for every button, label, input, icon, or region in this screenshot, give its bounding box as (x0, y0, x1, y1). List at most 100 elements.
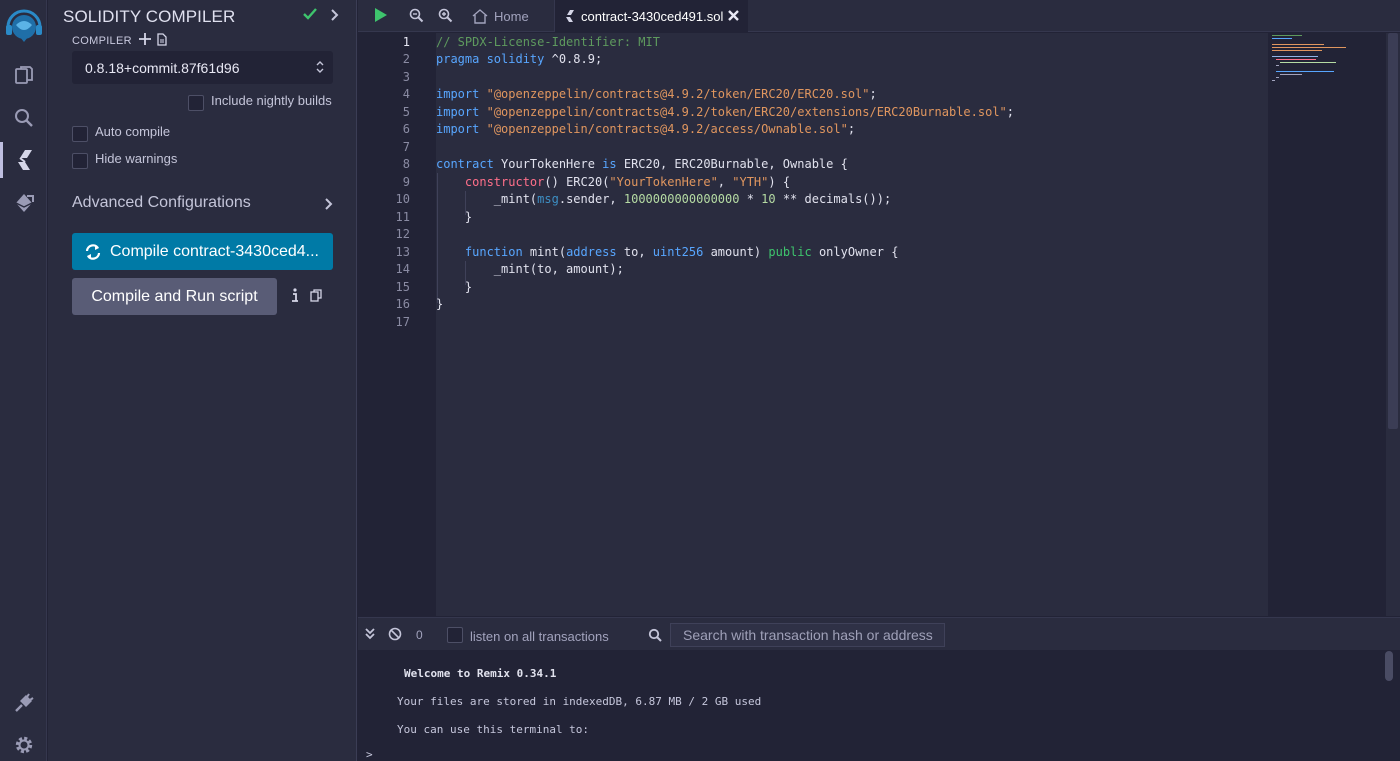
select-arrows-icon (316, 61, 324, 73)
transaction-search-input[interactable]: Search with transaction hash or address (670, 623, 945, 647)
plug-icon[interactable] (0, 685, 47, 721)
remix-logo-icon[interactable] (0, 4, 47, 44)
editor-tabs-bar: Home contract-3430ced491.sol (358, 0, 1400, 32)
files-icon[interactable] (0, 57, 47, 93)
minimap[interactable] (1268, 33, 1386, 616)
document-icon[interactable] (157, 33, 167, 46)
line-number: 7 (402, 140, 410, 154)
deploy-icon[interactable] (0, 185, 47, 221)
compiler-version-select[interactable]: 0.8.18+commit.87f61d96 (72, 51, 333, 84)
code-token: "YTH" (732, 175, 769, 189)
zoom-out-icon[interactable] (409, 8, 424, 23)
terminal-usage-intro: You can use this terminal to: (397, 723, 590, 736)
tab-contract-file[interactable]: contract-3430ced491.sol (555, 0, 748, 32)
code-token: "@openzeppelin/contracts@4.9.2/token/ERC… (486, 105, 1007, 119)
code-token: ** decimals()); (775, 192, 892, 206)
advanced-configurations-toggle[interactable]: Advanced Configurations (72, 194, 251, 212)
code-token: } (464, 280, 473, 294)
line-number: 1 (402, 35, 410, 49)
add-compiler-icon[interactable] (139, 32, 151, 46)
copy-icon[interactable] (310, 289, 322, 302)
collapse-terminal-icon[interactable] (365, 628, 375, 640)
code-token: 1000000000000000 (623, 192, 740, 206)
line-number: 16 (395, 297, 410, 311)
auto-compile-label: Auto compile (95, 124, 171, 139)
tab-contract-file-label: contract-3430ced491.sol (581, 8, 724, 24)
clear-console-icon[interactable] (388, 627, 402, 641)
code-token: _mint(to, amount); (493, 262, 624, 276)
close-tab-icon[interactable] (727, 9, 740, 22)
solidity-compiler-icon[interactable] (0, 142, 47, 178)
minimap-line (1276, 65, 1279, 66)
line-number: 6 (402, 122, 410, 136)
minimap-line (1272, 47, 1346, 48)
code-token: ^0.8.9; (544, 52, 603, 66)
compiler-label: COMPILER (72, 35, 132, 47)
compile-and-run-label: Compile and Run script (91, 287, 258, 305)
terminal-scrollbar[interactable] (1385, 651, 1393, 681)
terminal-prompt[interactable]: > (366, 748, 373, 761)
line-number: 8 (402, 157, 410, 171)
search-icon[interactable] (0, 100, 47, 136)
minimap-line (1276, 59, 1316, 60)
chevron-right-icon[interactable] (329, 8, 341, 22)
code-token: msg (537, 192, 559, 206)
line-number: 2 (402, 52, 410, 66)
info-icon[interactable] (291, 288, 299, 303)
terminal-welcome: Welcome to Remix 0.34.1 (404, 667, 557, 680)
code-editor[interactable]: 1 2 3 4 5 6 7 8 9 10 11 12 13 14 15 16 1… (358, 33, 1400, 616)
listen-all-transactions-checkbox[interactable] (447, 627, 463, 643)
solidity-compiler-panel: SOLIDITY COMPILER COMPILER 0.8.18+commit… (48, 0, 357, 761)
minimap-line (1280, 62, 1336, 63)
code-token: ; (847, 122, 856, 136)
code-line: _mint(to, amount); (436, 262, 624, 276)
hide-warnings-checkbox[interactable] (72, 153, 88, 169)
gear-icon[interactable] (0, 727, 47, 761)
code-token: 10 (761, 192, 776, 206)
editor-scrollbar[interactable] (1386, 33, 1400, 616)
code-token: , (717, 175, 733, 189)
code-token: .sender, (558, 192, 624, 206)
code-token: import (436, 87, 480, 101)
code-token: "@openzeppelin/contracts@4.9.2/access/Ow… (486, 122, 848, 136)
line-number: 15 (395, 280, 410, 294)
auto-compile-checkbox[interactable] (72, 126, 88, 142)
line-number-gutter: 1 2 3 4 5 6 7 8 9 10 11 12 13 14 15 16 1… (358, 33, 435, 616)
tab-home[interactable]: Home (472, 0, 529, 32)
code-token: import (436, 122, 480, 136)
zoom-in-icon[interactable] (438, 8, 453, 23)
line-number: 5 (402, 105, 410, 119)
hide-warnings-label: Hide warnings (95, 151, 178, 166)
minimap-line (1276, 77, 1279, 78)
code-token: "YourTokenHere" (609, 175, 718, 189)
line-number: 3 (402, 70, 410, 84)
code-token: ; (1006, 105, 1014, 119)
search-icon (648, 628, 662, 642)
scrollbar-thumb[interactable] (1388, 33, 1398, 429)
compiler-version-value: 0.8.18+commit.87f61d96 (85, 59, 240, 76)
code-token: _mint( (493, 192, 538, 206)
code-line: pragma solidity ^0.8.9; (436, 52, 602, 66)
code-line: // SPDX-License-Identifier: MIT (436, 35, 660, 49)
compile-and-run-button[interactable]: Compile and Run script (72, 278, 277, 315)
include-nightly-checkbox[interactable] (188, 95, 204, 111)
terminal-output[interactable]: Welcome to Remix 0.34.1 Your files are s… (358, 651, 1400, 761)
code-token: "@openzeppelin/contracts@4.9.2/token/ERC… (486, 87, 870, 101)
compile-button-label: Compile contract-3430ced4... (110, 242, 319, 260)
minimap-line (1272, 38, 1292, 39)
include-nightly-label: Include nightly builds (211, 93, 332, 108)
code-token: function (464, 245, 523, 259)
terminal-toolbar: 0 listen on all transactions Search with… (358, 617, 1400, 650)
code-token: ) { (768, 175, 791, 189)
chevron-right-icon[interactable] (324, 198, 334, 210)
code-line: import "@openzeppelin/contracts@4.9.2/to… (436, 87, 877, 101)
code-token: mint( (522, 245, 567, 259)
code-area[interactable]: // SPDX-License-Identifier: MIT pragma s… (436, 33, 1268, 616)
code-token: is (602, 157, 617, 171)
code-line: import "@openzeppelin/contracts@4.9.2/ac… (436, 122, 855, 136)
run-script-icon[interactable] (374, 7, 388, 23)
icon-sidebar (0, 0, 47, 761)
code-token: } (436, 297, 444, 311)
compile-button[interactable]: Compile contract-3430ced4... (72, 233, 333, 270)
minimap-line (1272, 35, 1302, 36)
